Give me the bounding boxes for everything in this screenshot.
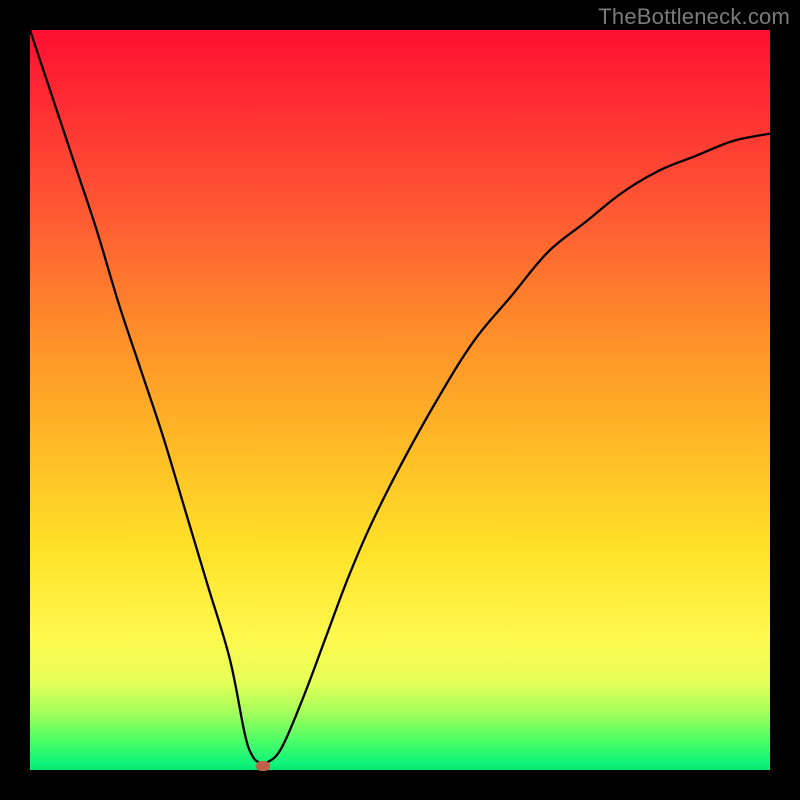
chart-frame: TheBottleneck.com	[0, 0, 800, 800]
plot-area	[30, 30, 770, 770]
bottleneck-curve	[30, 30, 770, 770]
attribution-text: TheBottleneck.com	[598, 4, 790, 30]
min-point-marker	[256, 761, 270, 771]
